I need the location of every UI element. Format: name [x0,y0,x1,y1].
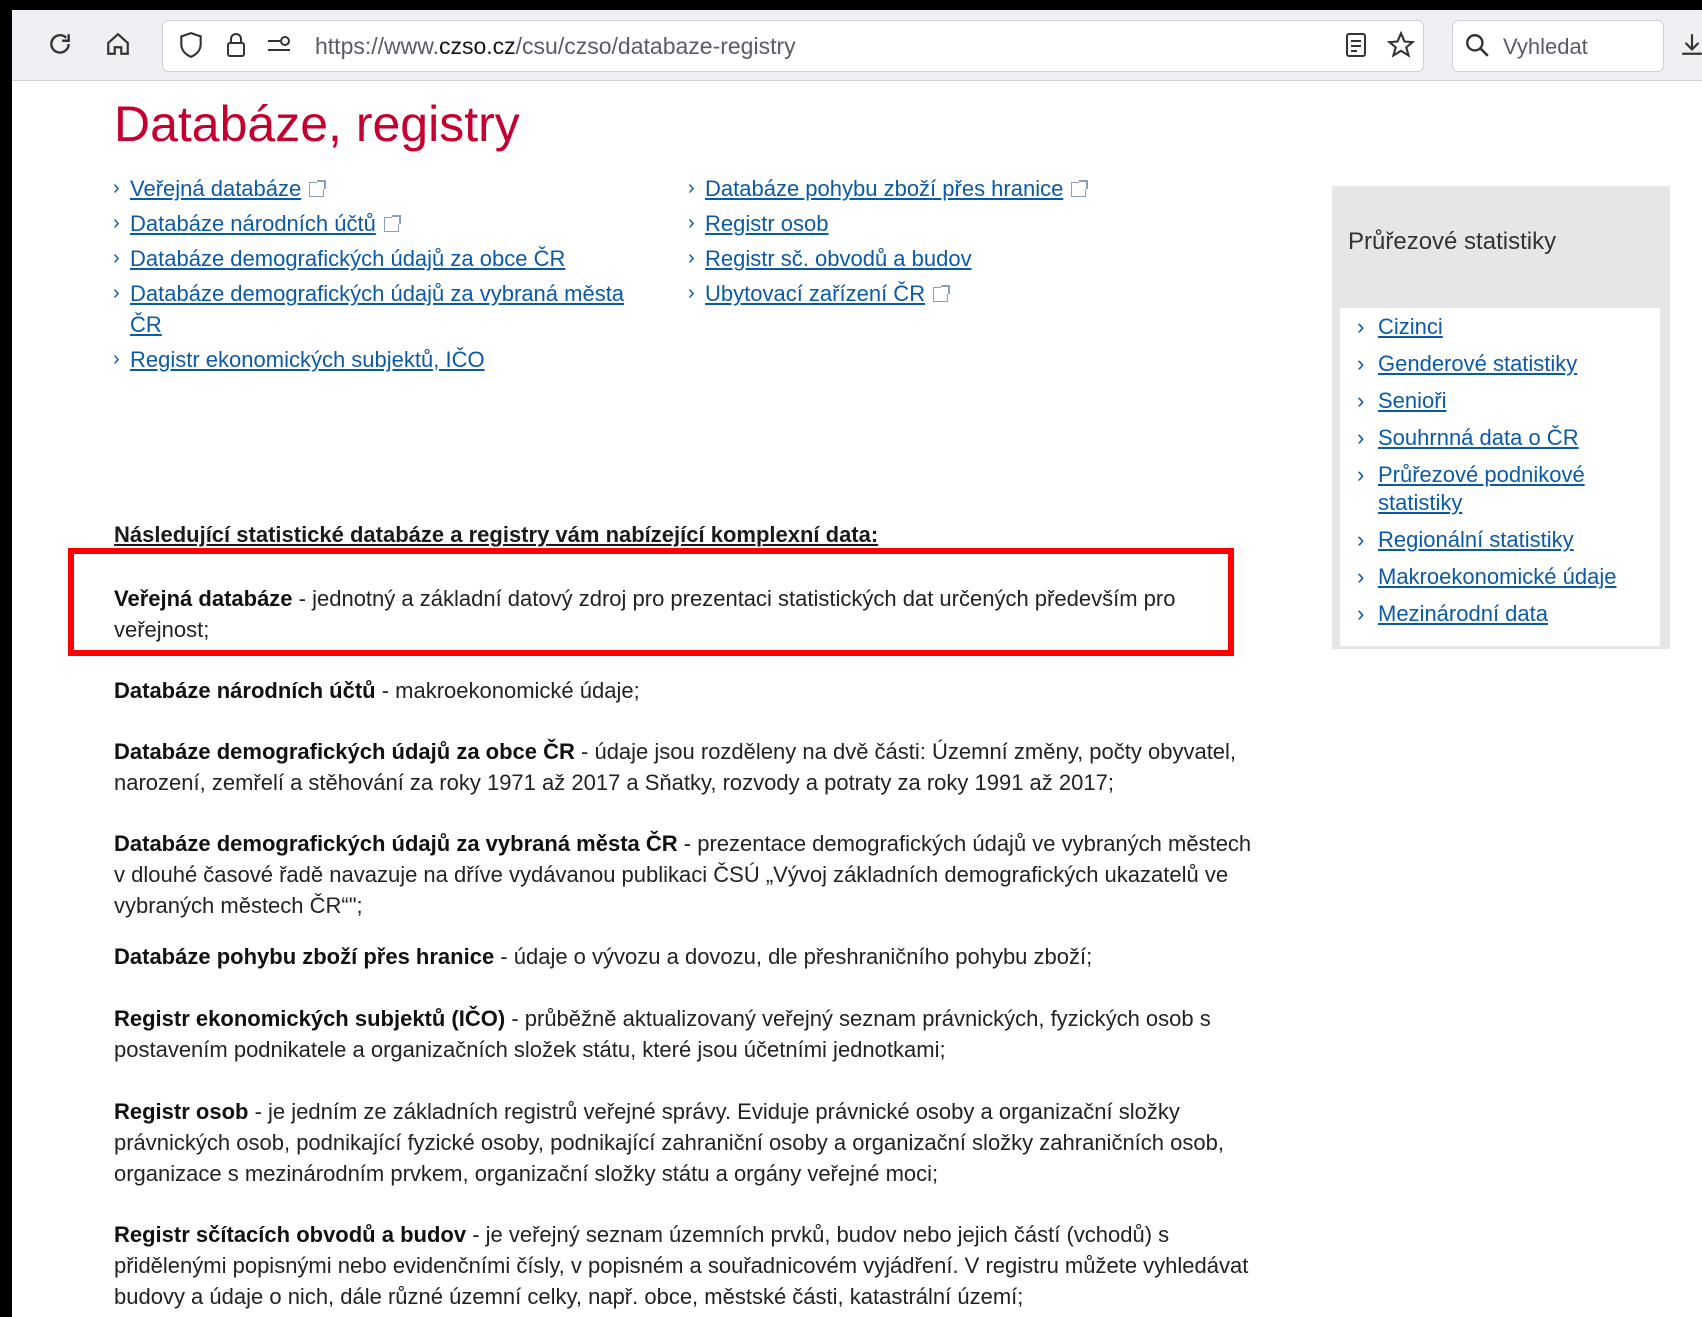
description-term: Registr osob [114,1099,249,1124]
sidebar-item-seniori[interactable]: Senioři [1340,387,1660,415]
sidebar-link[interactable]: Regionální statistiky [1378,527,1574,552]
intro-heading: Následující statistické databáze a regis… [114,522,879,547]
sidebar-list: Cizinci Genderové statistiky Senioři Sou… [1340,308,1660,646]
lock-icon[interactable] [218,27,254,63]
link-item[interactable]: Databáze národních účtů [113,208,633,239]
link-item[interactable]: Registr osob [688,208,1208,239]
description-paragraph: Registr ekonomických subjektů (IČO) - pr… [114,1003,1264,1065]
link-demograficke-mesta[interactable]: Databáze demografických údajů za vybraná… [130,281,624,337]
description-text: - je jedním ze základních registrů veřej… [114,1099,1224,1186]
external-link-icon [1071,180,1089,197]
description-paragraph: Databáze demografických údajů za obce ČR… [114,736,1264,798]
page-title: Databáze, registry [114,96,520,152]
url-bar[interactable]: https://www.czso.cz/csu/czso/databaze-re… [162,20,1424,72]
description-term: Databáze pohybu zboží přes hranice [114,944,495,969]
search-icon [1459,27,1495,63]
description-paragraph: Registr sčítacích obvodů a budov - je ve… [114,1219,1264,1312]
link-item[interactable]: Veřejná databáze [113,173,633,204]
sidebar-link[interactable]: Mezinárodní data [1378,601,1548,626]
sidebar-item-podnikove[interactable]: Průřezové podnikové statistiky [1340,461,1660,517]
link-databaze-narodnich-uctu[interactable]: Databáze národních účtů [130,211,376,236]
description-term: Databáze národních účtů [114,678,376,703]
links-right: Databáze pohybu zboží přes hranice Regis… [688,173,1208,313]
external-link-icon [383,215,401,232]
shield-icon[interactable] [173,27,209,63]
description-paragraph: Registr osob - je jedním ze základních r… [114,1096,1264,1189]
link-verejna-databaze[interactable]: Veřejná databáze [130,176,301,201]
sidebar-cross-sectional: Průřezové statistiky Cizinci Genderové s… [1332,186,1670,649]
sidebar-item-souhrnna-data[interactable]: Souhrnná data o ČR [1340,424,1660,452]
sidebar-item-makroekonomicke[interactable]: Makroekonomické údaje [1340,563,1660,591]
description-paragraph: Databáze demografických údajů za vybraná… [114,828,1264,921]
search-placeholder: Vyhledat [1503,34,1588,59]
link-ubytovaci-zarizeni[interactable]: Ubytovací zařízení ČR [705,281,925,306]
links-left: Veřejná databáze Databáze národních účtů… [113,173,633,379]
home-icon[interactable] [100,26,136,62]
sidebar-item-cizinci[interactable]: Cizinci [1340,313,1660,341]
search-box[interactable]: Vyhledat [1452,20,1664,72]
sidebar-item-genderove[interactable]: Genderové statistiky [1340,350,1660,378]
description-text: - údaje o vývozu a dovozu, dle přeshrani… [494,944,1093,969]
link-item[interactable]: Registr sč. obvodů a budov [688,243,1208,274]
link-registr-ekonomickych-subjektu[interactable]: Registr ekonomických subjektů, IČO [130,347,485,372]
description-term: Databáze demografických údajů za obce ČR [114,739,575,764]
reader-view-icon[interactable] [1338,27,1374,63]
browser-toolbar: https://www.czso.cz/csu/czso/databaze-re… [12,10,1702,81]
sidebar-item-regionalni[interactable]: Regionální statistiky [1340,526,1660,554]
link-demograficke-obce[interactable]: Databáze demografických údajů za obce ČR [130,246,565,271]
description-text: - makroekonomické údaje; [375,678,640,703]
download-icon[interactable] [1674,26,1702,62]
highlight-box [68,548,1234,656]
sidebar-link[interactable]: Souhrnná data o ČR [1378,425,1579,450]
url-text[interactable]: https://www.czso.cz/csu/czso/databaze-re… [315,33,796,60]
link-item[interactable]: Databáze demografických údajů za vybraná… [113,278,633,340]
link-registr-obvodu-budov[interactable]: Registr sč. obvodů a budov [705,246,972,271]
external-link-icon [933,285,951,302]
sidebar-item-mezinarodni[interactable]: Mezinárodní data [1340,600,1660,628]
link-item[interactable]: Ubytovací zařízení ČR [688,278,1208,309]
reload-icon[interactable] [42,26,78,62]
permissions-icon[interactable] [261,27,297,63]
description-term: Registr ekonomických subjektů (IČO) [114,1006,506,1031]
link-pohyb-zbozi[interactable]: Databáze pohybu zboží přes hranice [705,176,1063,201]
description-term: Databáze demografických údajů za vybraná… [114,831,678,856]
sidebar-link[interactable]: Makroekonomické údaje [1378,564,1616,589]
description-paragraph: Databáze pohybu zboží přes hranice - úda… [114,941,1264,972]
link-item[interactable]: Registr ekonomických subjektů, IČO [113,344,633,375]
sidebar-link[interactable]: Senioři [1378,388,1446,413]
description-term: Registr sčítacích obvodů a budov [114,1222,467,1247]
sidebar-link[interactable]: Genderové statistiky [1378,351,1577,376]
sidebar-link[interactable]: Průřezové podnikové statistiky [1378,462,1585,515]
link-item[interactable]: Databáze demografických údajů za obce ČR [113,243,633,274]
external-link-icon [309,180,327,197]
link-item[interactable]: Databáze pohybu zboží přes hranice [688,173,1208,204]
sidebar-link[interactable]: Cizinci [1378,314,1443,339]
sidebar-title: Průřezové statistiky [1348,228,1557,255]
description-paragraph: Databáze národních účtů - makroekonomick… [114,675,1264,706]
link-registr-osob[interactable]: Registr osob [705,211,829,236]
bookmark-star-icon[interactable] [1383,27,1419,63]
